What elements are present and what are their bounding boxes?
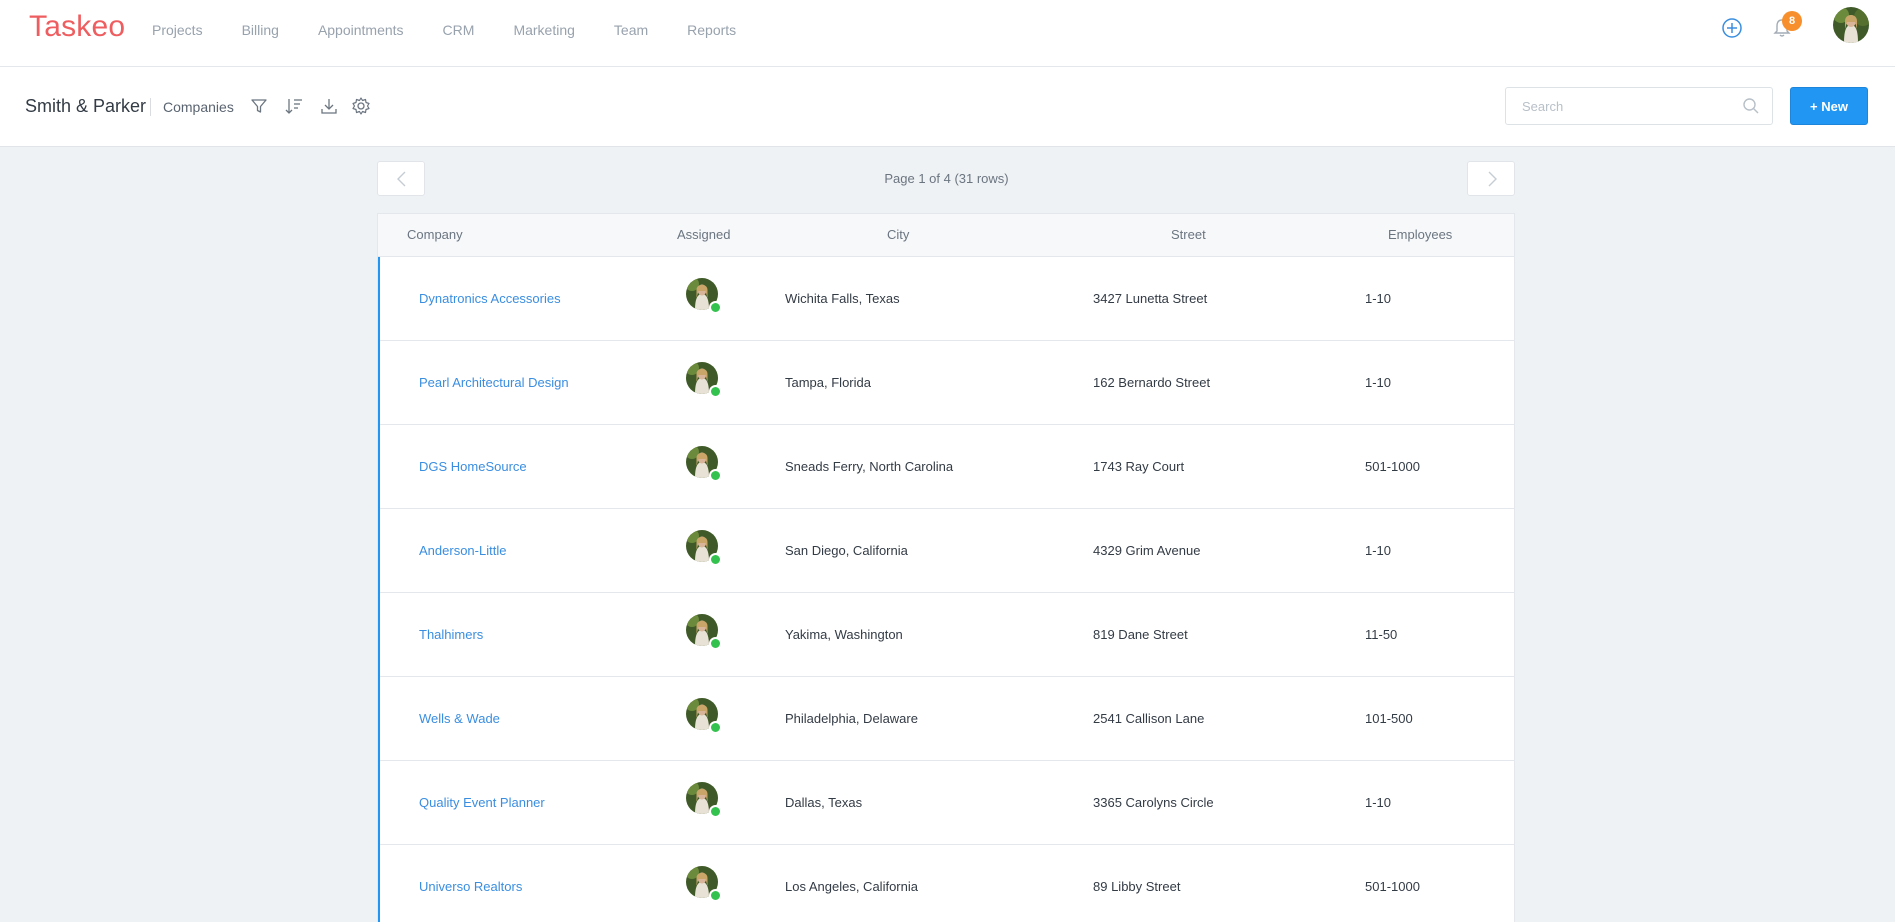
company-link[interactable]: Dynatronics Accessories xyxy=(419,291,561,306)
nav-appointments[interactable]: Appointments xyxy=(318,22,404,38)
online-status-dot xyxy=(709,721,722,734)
online-status-dot xyxy=(709,889,722,902)
companies-table: Company Assigned City Street Employees D… xyxy=(377,213,1515,922)
next-page-button[interactable] xyxy=(1467,161,1515,196)
city-cell: Sneads Ferry, North Carolina xyxy=(785,459,954,474)
nav-billing[interactable]: Billing xyxy=(242,22,279,38)
org-name: Smith & Parker xyxy=(25,96,147,116)
pagination-info: Page 1 of 4 (31 rows) xyxy=(884,171,1009,186)
company-link[interactable]: Wells & Wade xyxy=(419,711,500,726)
nav-projects[interactable]: Projects xyxy=(152,22,203,38)
column-street[interactable]: Street xyxy=(1171,227,1206,242)
company-link[interactable]: Universo Realtors xyxy=(419,879,522,894)
page-header: Smith & Parker Companies + New xyxy=(0,67,1895,147)
column-city[interactable]: City xyxy=(887,227,909,242)
settings-icon[interactable] xyxy=(351,96,371,116)
employees-cell: 1-10 xyxy=(1365,375,1392,390)
app-logo[interactable]: Taskeo xyxy=(29,10,125,44)
city-cell: Wichita Falls, Texas xyxy=(785,291,900,306)
online-status-dot xyxy=(709,637,722,650)
table-row[interactable]: Thalhimers Yakima, Washington 819 Dane S… xyxy=(380,593,1514,677)
top-navbar: Taskeo Projects Billing Appointments CRM… xyxy=(0,0,1895,67)
table-body: Dynatronics Accessories Wichita Falls, T… xyxy=(378,257,1514,922)
table-row[interactable]: Wells & Wade Philadelphia, Delaware 2541… xyxy=(380,677,1514,761)
download-icon[interactable] xyxy=(319,96,339,116)
company-link[interactable]: Quality Event Planner xyxy=(419,795,545,810)
nav-marketing[interactable]: Marketing xyxy=(513,22,574,38)
city-cell: Tampa, Florida xyxy=(785,375,871,390)
sort-icon[interactable] xyxy=(284,96,304,116)
company-link[interactable]: DGS HomeSource xyxy=(419,459,527,474)
section-title: Companies xyxy=(163,99,234,115)
city-cell: Dallas, Texas xyxy=(785,795,863,810)
search-icon[interactable] xyxy=(1742,97,1760,115)
street-cell: 89 Libby Street xyxy=(1093,879,1181,894)
search-input[interactable] xyxy=(1520,98,1734,115)
street-cell: 819 Dane Street xyxy=(1093,627,1188,642)
column-assigned[interactable]: Assigned xyxy=(677,227,730,242)
table-row[interactable]: Universo Realtors Los Angeles, Californi… xyxy=(380,845,1514,922)
nav-reports[interactable]: Reports xyxy=(687,22,736,38)
column-employees[interactable]: Employees xyxy=(1388,227,1452,242)
user-avatar[interactable] xyxy=(1833,7,1869,43)
city-cell: Los Angeles, California xyxy=(785,879,918,894)
company-link[interactable]: Thalhimers xyxy=(419,627,483,642)
table-header: Company Assigned City Street Employees xyxy=(378,214,1514,257)
online-status-dot xyxy=(709,385,722,398)
filter-icon[interactable] xyxy=(249,96,269,116)
plus-circle-icon[interactable] xyxy=(1721,17,1743,39)
new-button[interactable]: + New xyxy=(1790,87,1868,125)
employees-cell: 501-1000 xyxy=(1365,459,1420,474)
employees-cell: 11-50 xyxy=(1365,627,1398,642)
table-row[interactable]: Quality Event Planner Dallas, Texas 3365… xyxy=(380,761,1514,845)
table-row[interactable]: DGS HomeSource Sneads Ferry, North Carol… xyxy=(380,425,1514,509)
street-cell: 4329 Grim Avenue xyxy=(1093,543,1201,558)
online-status-dot xyxy=(709,469,722,482)
divider xyxy=(150,98,151,116)
table-row[interactable]: Dynatronics Accessories Wichita Falls, T… xyxy=(380,257,1514,341)
company-link[interactable]: Anderson-Little xyxy=(419,543,506,558)
main-nav: Projects Billing Appointments CRM Market… xyxy=(152,22,775,38)
table-row[interactable]: Anderson-Little San Diego, California 43… xyxy=(380,509,1514,593)
company-link[interactable]: Pearl Architectural Design xyxy=(419,375,569,390)
nav-team[interactable]: Team xyxy=(614,22,648,38)
street-cell: 1743 Ray Court xyxy=(1093,459,1185,474)
city-cell: San Diego, California xyxy=(785,543,908,558)
employees-cell: 1-10 xyxy=(1365,543,1392,558)
employees-cell: 101-500 xyxy=(1365,711,1413,726)
street-cell: 162 Bernardo Street xyxy=(1093,375,1211,390)
street-cell: 3365 Carolyns Circle xyxy=(1093,795,1214,810)
table-row[interactable]: Pearl Architectural Design Tampa, Florid… xyxy=(380,341,1514,425)
nav-crm[interactable]: CRM xyxy=(443,22,475,38)
employees-cell: 1-10 xyxy=(1365,795,1392,810)
employees-cell: 1-10 xyxy=(1365,291,1392,306)
city-cell: Yakima, Washington xyxy=(785,627,903,642)
street-cell: 3427 Lunetta Street xyxy=(1093,291,1208,306)
employees-cell: 501-1000 xyxy=(1365,879,1420,894)
online-status-dot xyxy=(709,553,722,566)
chevron-right-icon xyxy=(1488,171,1497,187)
street-cell: 2541 Callison Lane xyxy=(1093,711,1205,726)
online-status-dot xyxy=(709,301,722,314)
online-status-dot xyxy=(709,805,722,818)
search-field[interactable] xyxy=(1505,87,1773,125)
notification-badge: 8 xyxy=(1782,11,1802,31)
city-cell: Philadelphia, Delaware xyxy=(785,711,918,726)
column-company[interactable]: Company xyxy=(407,227,463,242)
